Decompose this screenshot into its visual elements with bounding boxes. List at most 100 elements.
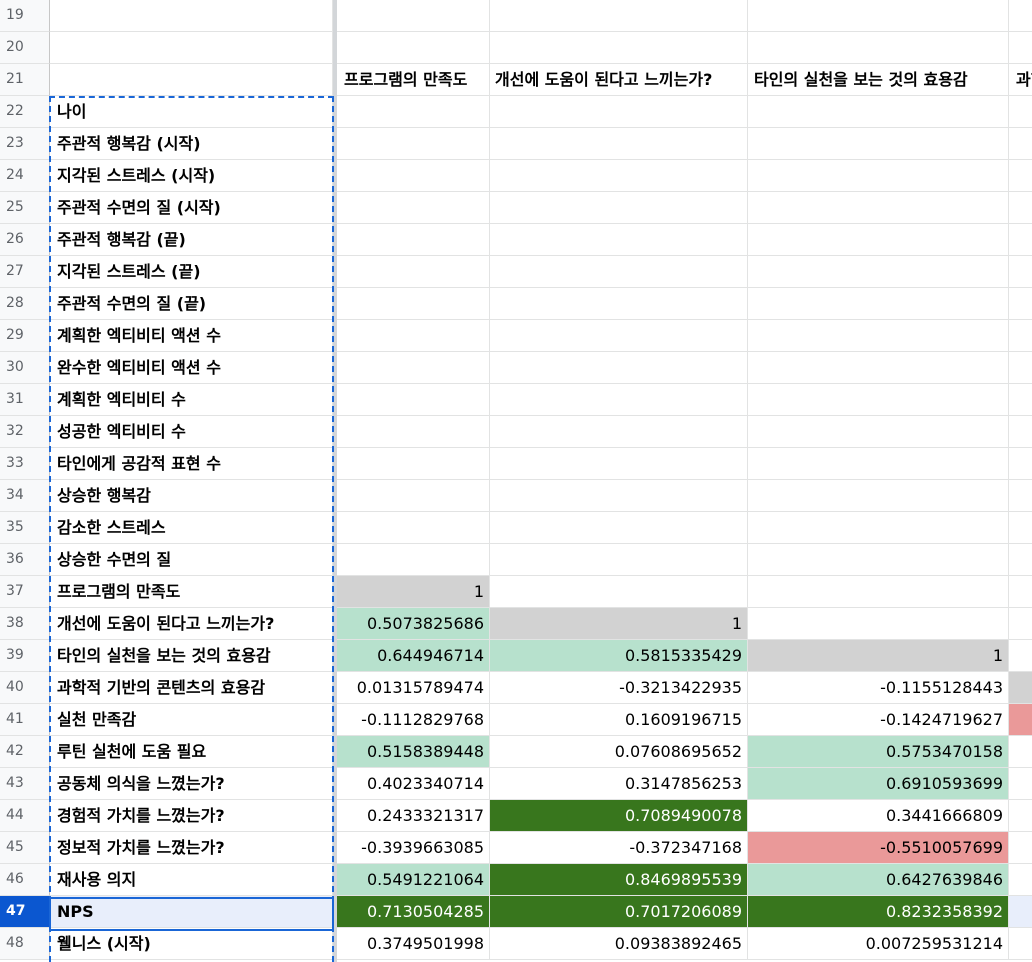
label-cell[interactable]: 지각된 스트레스 (끝) xyxy=(50,256,333,288)
row-header[interactable]: 33 xyxy=(0,448,50,480)
label-cell[interactable]: 타인에게 공감적 표현 수 xyxy=(50,448,333,480)
value-cell[interactable] xyxy=(337,416,490,448)
row-header[interactable]: 42 xyxy=(0,736,50,768)
value-cell[interactable] xyxy=(1009,288,1032,320)
value-cell[interactable] xyxy=(337,96,490,128)
label-cell[interactable]: 완수한 엑티비티 액션 수 xyxy=(50,352,333,384)
value-cell[interactable] xyxy=(1009,768,1032,800)
value-cell[interactable] xyxy=(337,448,490,480)
value-cell[interactable] xyxy=(748,608,1009,640)
column-header-satisfaction[interactable]: 프로그램의 만족도 xyxy=(337,64,490,96)
row-header[interactable]: 26 xyxy=(0,224,50,256)
value-cell[interactable]: 0.4023340714 xyxy=(337,768,490,800)
value-cell[interactable]: -0.1424719627 xyxy=(748,704,1009,736)
label-cell[interactable]: 재사용 의지 xyxy=(50,864,333,896)
value-cell[interactable]: 0.7089490078 xyxy=(490,800,748,832)
label-cell[interactable]: 계획한 엑티비티 수 xyxy=(50,384,333,416)
value-cell[interactable]: 0.644946714 xyxy=(337,640,490,672)
label-cell[interactable]: 주관적 수면의 질 (끝) xyxy=(50,288,333,320)
value-cell[interactable] xyxy=(337,160,490,192)
value-cell[interactable] xyxy=(748,0,1009,32)
row-header[interactable]: 37 xyxy=(0,576,50,608)
value-cell[interactable] xyxy=(490,160,748,192)
value-cell[interactable] xyxy=(490,320,748,352)
value-cell[interactable] xyxy=(337,0,490,32)
value-cell[interactable] xyxy=(748,224,1009,256)
column-header-others-practice[interactable]: 타인의 실천을 보는 것의 효용감 xyxy=(748,64,1009,96)
value-cell[interactable]: 0.1609196715 xyxy=(490,704,748,736)
value-cell[interactable] xyxy=(1009,832,1032,864)
value-cell[interactable] xyxy=(337,544,490,576)
row-header[interactable]: 46 xyxy=(0,864,50,896)
value-cell[interactable] xyxy=(337,384,490,416)
label-cell[interactable]: 상승한 수면의 질 xyxy=(50,544,333,576)
value-cell[interactable] xyxy=(490,256,748,288)
value-cell[interactable] xyxy=(337,320,490,352)
value-cell[interactable] xyxy=(748,480,1009,512)
value-cell[interactable]: 0.3749501998 xyxy=(337,928,490,960)
value-cell[interactable]: 0.07608695652 xyxy=(490,736,748,768)
value-cell[interactable] xyxy=(1009,640,1032,672)
value-cell[interactable] xyxy=(337,352,490,384)
row-header[interactable]: 29 xyxy=(0,320,50,352)
value-cell[interactable] xyxy=(748,128,1009,160)
value-cell[interactable]: 1 xyxy=(748,640,1009,672)
row-header[interactable]: 25 xyxy=(0,192,50,224)
value-cell[interactable] xyxy=(337,480,490,512)
value-cell[interactable] xyxy=(490,96,748,128)
value-cell[interactable] xyxy=(748,96,1009,128)
value-cell[interactable] xyxy=(1009,480,1032,512)
value-cell[interactable] xyxy=(490,288,748,320)
label-cell[interactable]: 성공한 엑티비티 수 xyxy=(50,416,333,448)
value-cell[interactable] xyxy=(1009,928,1032,960)
value-cell[interactable]: 1 xyxy=(490,608,748,640)
value-cell[interactable]: 0.5073825686 xyxy=(337,608,490,640)
column-header-science[interactable]: 과학 xyxy=(1009,64,1032,96)
row-header[interactable]: 35 xyxy=(0,512,50,544)
row-header[interactable]: 27 xyxy=(0,256,50,288)
value-cell[interactable] xyxy=(490,480,748,512)
value-cell[interactable] xyxy=(490,0,748,32)
value-cell[interactable]: 0.3441666809 xyxy=(748,800,1009,832)
value-cell[interactable] xyxy=(1009,800,1032,832)
value-cell[interactable] xyxy=(1009,128,1032,160)
label-cell[interactable]: 계획한 엑티비티 액션 수 xyxy=(50,320,333,352)
value-cell[interactable] xyxy=(337,512,490,544)
value-cell[interactable]: 0.01315789474 xyxy=(337,672,490,704)
label-cell[interactable]: 경험적 가치를 느꼈는가? xyxy=(50,800,333,832)
value-cell[interactable] xyxy=(748,384,1009,416)
value-cell[interactable] xyxy=(1009,608,1032,640)
row-header[interactable]: 41 xyxy=(0,704,50,736)
value-cell[interactable]: -0.5510057699 xyxy=(748,832,1009,864)
value-cell[interactable]: 0.09383892465 xyxy=(490,928,748,960)
label-cell[interactable] xyxy=(50,64,333,96)
row-header[interactable]: 48 xyxy=(0,928,50,960)
value-cell[interactable] xyxy=(748,160,1009,192)
label-cell-selected[interactable]: NPS xyxy=(50,896,333,928)
value-cell[interactable] xyxy=(748,512,1009,544)
value-cell[interactable] xyxy=(1009,544,1032,576)
value-cell[interactable] xyxy=(1009,672,1032,704)
row-header[interactable]: 21 xyxy=(0,64,50,96)
value-cell[interactable] xyxy=(337,288,490,320)
row-header[interactable]: 34 xyxy=(0,480,50,512)
label-cell[interactable]: 주관적 행복감 (끝) xyxy=(50,224,333,256)
value-cell[interactable] xyxy=(748,448,1009,480)
value-cell[interactable] xyxy=(490,384,748,416)
value-cell[interactable] xyxy=(490,192,748,224)
column-header-improvement[interactable]: 개선에 도움이 된다고 느끼는가? xyxy=(490,64,748,96)
value-cell[interactable] xyxy=(1009,224,1032,256)
value-cell[interactable]: -0.372347168 xyxy=(490,832,748,864)
value-cell[interactable] xyxy=(1009,896,1032,928)
label-cell[interactable]: 감소한 스트레스 xyxy=(50,512,333,544)
value-cell[interactable]: 0.5753470158 xyxy=(748,736,1009,768)
label-cell[interactable]: 상승한 행복감 xyxy=(50,480,333,512)
row-header[interactable]: 24 xyxy=(0,160,50,192)
label-cell[interactable]: 웰니스 (시작) xyxy=(50,928,333,960)
label-cell[interactable]: 과학적 기반의 콘텐츠의 효용감 xyxy=(50,672,333,704)
value-cell[interactable] xyxy=(1009,256,1032,288)
label-cell[interactable]: 지각된 스트레스 (시작) xyxy=(50,160,333,192)
value-cell[interactable]: 0.8232358392 xyxy=(748,896,1009,928)
row-header[interactable]: 20 xyxy=(0,32,50,64)
value-cell[interactable] xyxy=(1009,512,1032,544)
